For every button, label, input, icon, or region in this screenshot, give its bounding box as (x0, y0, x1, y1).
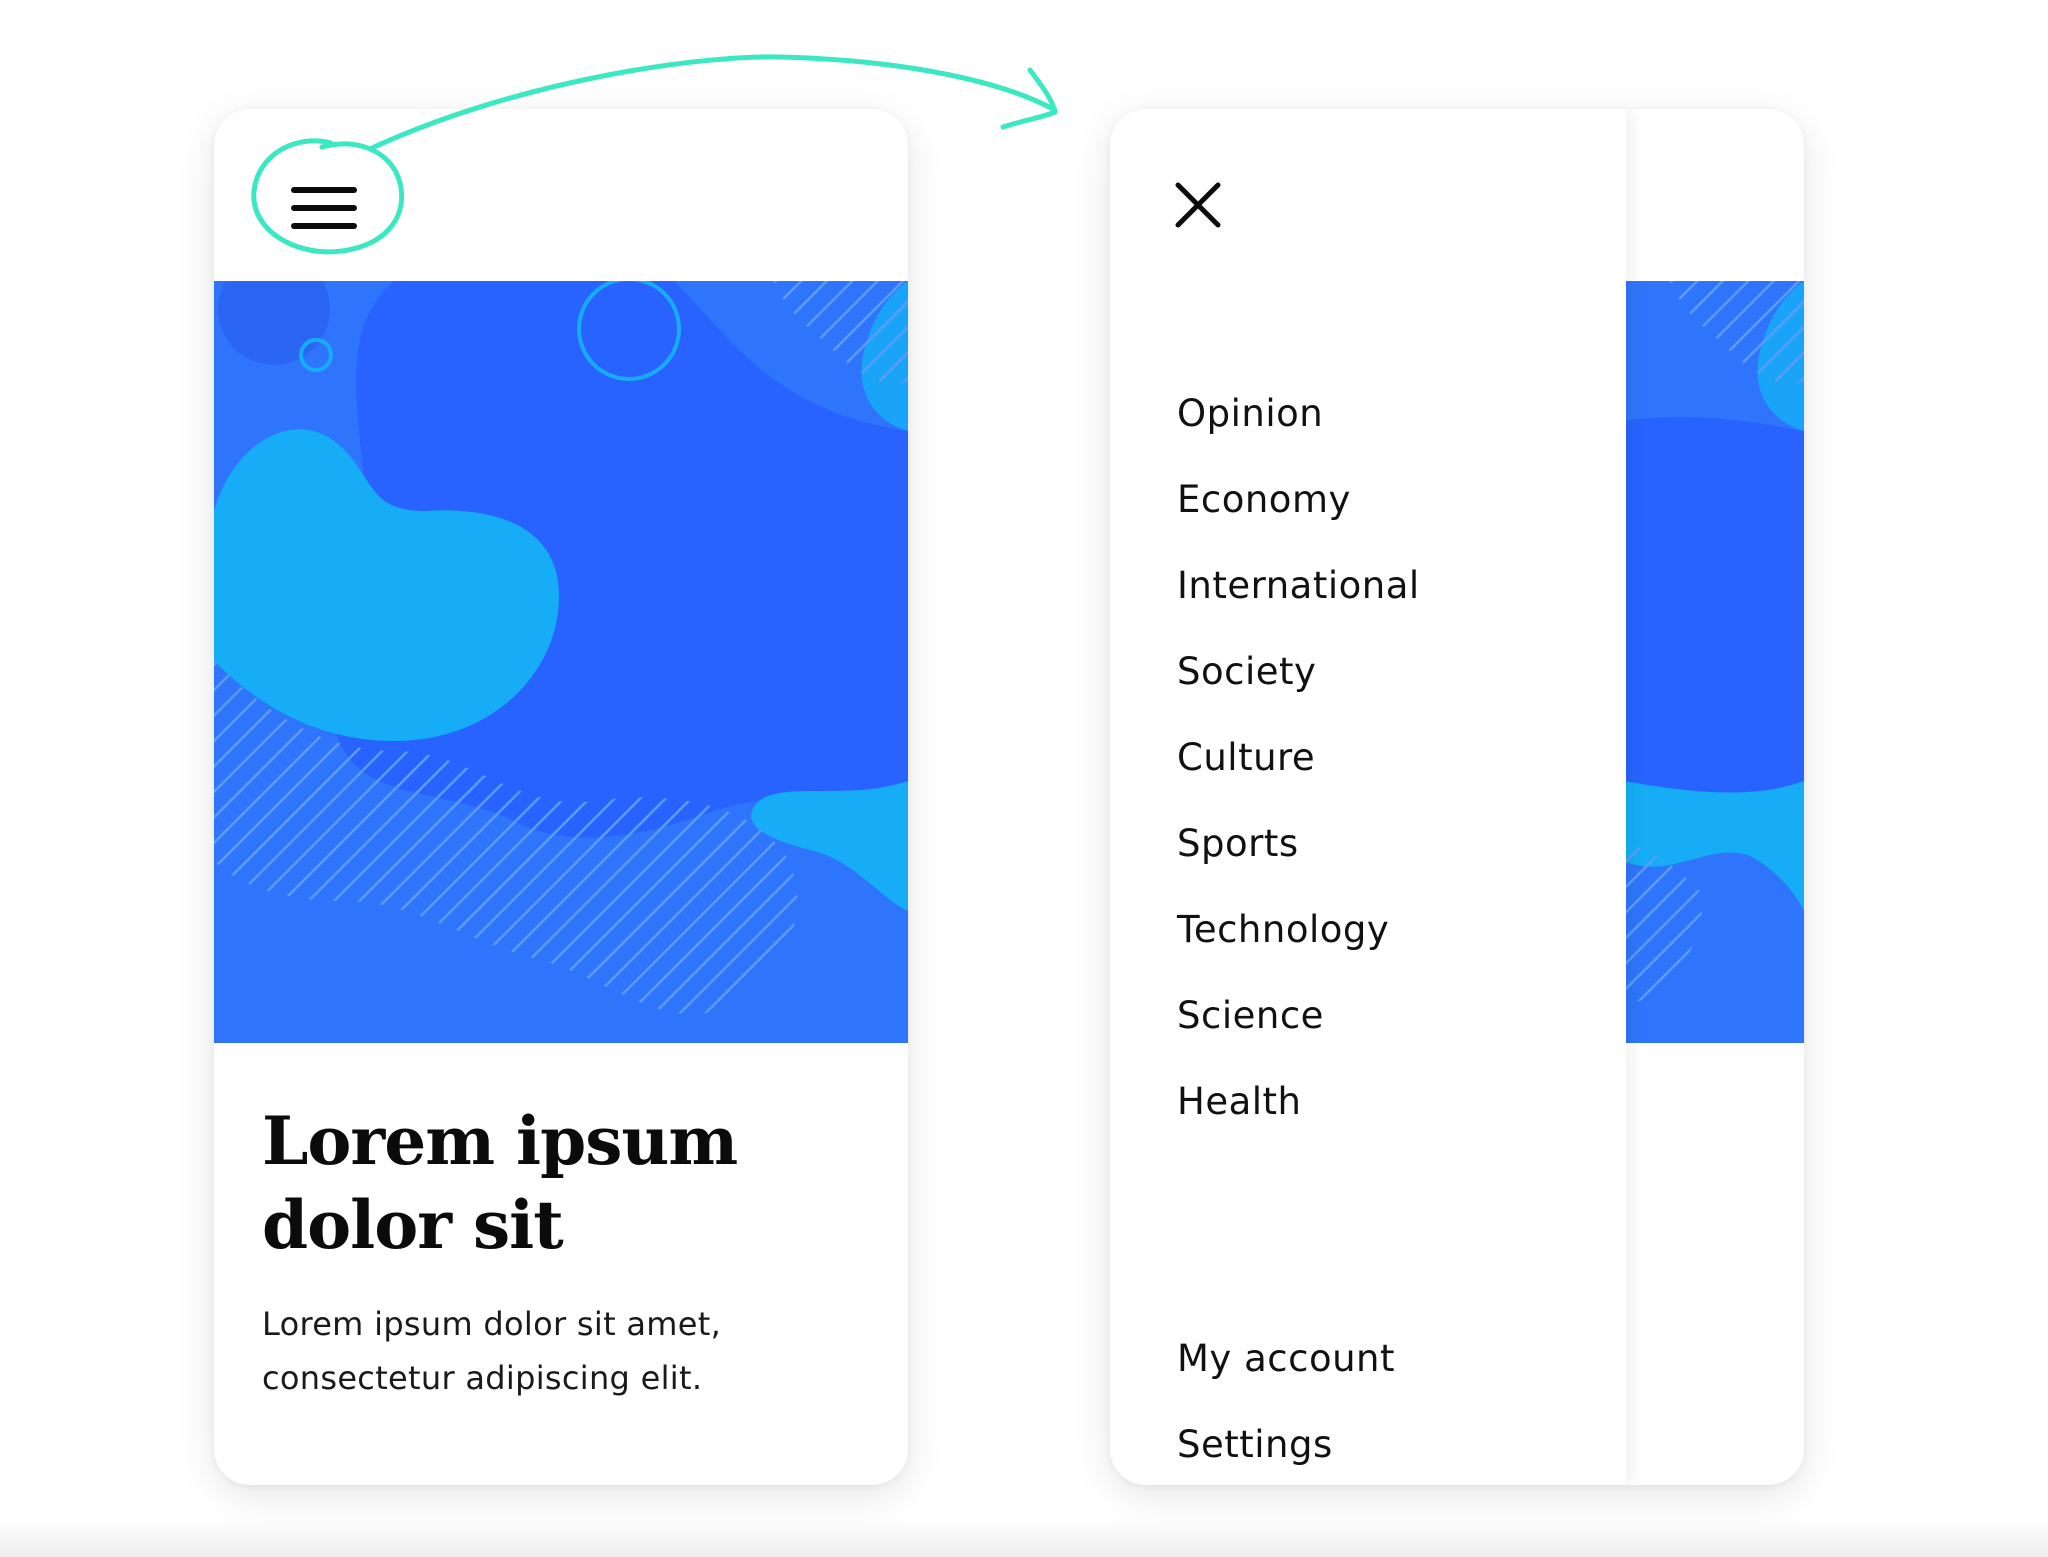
article-title-line-1: Lorem ipsum (262, 1102, 738, 1180)
account-menu: My account Settings (1177, 1316, 1395, 1485)
page-bottom-shade (0, 1517, 2048, 1557)
article-summary-line-1: Lorem ipsum dolor sit amet, (262, 1305, 722, 1343)
hero-illustration-peek (1624, 281, 1804, 1043)
app-header (214, 109, 908, 281)
canvas: Lorem ipsum dolor sit Lorem ipsum dolor … (0, 0, 2048, 1557)
article-title: Lorem ipsum dolor sit (262, 1099, 862, 1267)
menu-item-technology[interactable]: Technology (1177, 887, 1420, 973)
section-menu: Opinion Economy International Society Cu… (1177, 371, 1420, 1145)
menu-item-culture[interactable]: Culture (1177, 715, 1420, 801)
menu-item-my-account[interactable]: My account (1177, 1316, 1395, 1402)
hero-illustration (214, 281, 908, 1043)
menu-item-economy[interactable]: Economy (1177, 457, 1420, 543)
hamburger-icon (291, 187, 357, 229)
phone-menu-closed: Lorem ipsum dolor sit Lorem ipsum dolor … (214, 109, 908, 1485)
menu-item-society[interactable]: Society (1177, 629, 1420, 715)
menu-item-health[interactable]: Health (1177, 1059, 1420, 1145)
article-teaser[interactable]: Lorem ipsum dolor sit Lorem ipsum dolor … (262, 1099, 862, 1405)
article-title-line-2: dolor sit (262, 1186, 564, 1264)
phone-menu-open: Opinion Economy International Society Cu… (1110, 109, 1804, 1485)
menu-item-sports[interactable]: Sports (1177, 801, 1420, 887)
menu-item-science[interactable]: Science (1177, 973, 1420, 1059)
article-summary: Lorem ipsum dolor sit amet, consectetur … (262, 1297, 862, 1405)
article-summary-line-2: consectetur adipiscing elit. (262, 1359, 703, 1397)
menu-button[interactable] (278, 173, 370, 247)
menu-item-opinion[interactable]: Opinion (1177, 371, 1420, 457)
close-menu-button[interactable] (1174, 181, 1222, 229)
close-icon (1175, 182, 1221, 228)
menu-item-international[interactable]: International (1177, 543, 1420, 629)
navigation-drawer: Opinion Economy International Society Cu… (1110, 109, 1626, 1485)
menu-item-settings[interactable]: Settings (1177, 1402, 1395, 1485)
